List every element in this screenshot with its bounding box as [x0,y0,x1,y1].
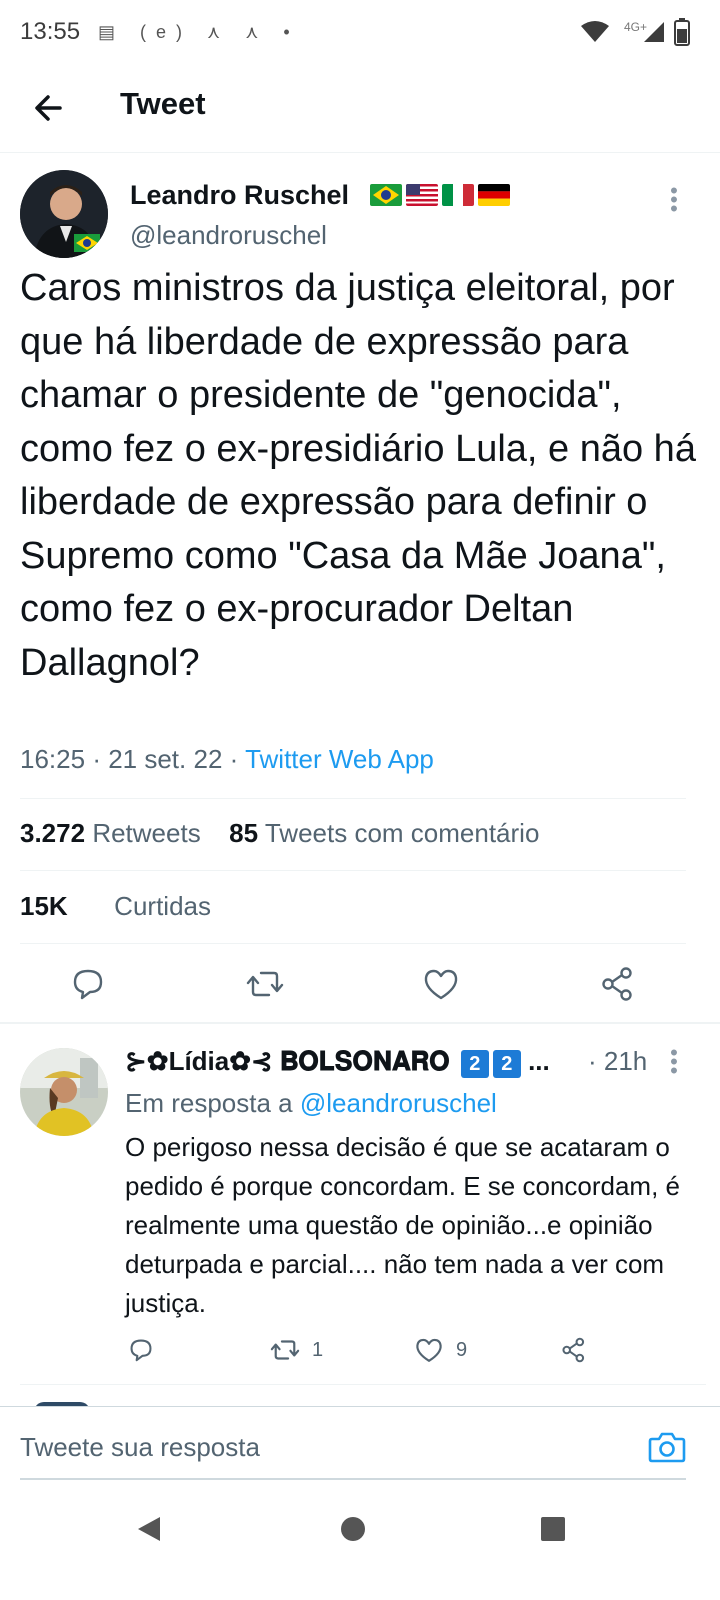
like-icon[interactable] [419,962,463,1006]
likes-stats-row: 15K Curtidas [20,891,211,922]
divider [20,870,686,871]
italy-flag-icon [442,184,474,206]
retweet-icon[interactable] [243,962,287,1006]
retweets-count[interactable]: 3.272 [20,818,85,848]
reply-name-ellipsis: ... [528,1046,550,1076]
author-flags [370,184,510,206]
likes-count[interactable]: 15K [20,891,68,921]
more-vertical-icon[interactable]: • • • [666,1042,682,1082]
like-icon[interactable] [412,1333,446,1367]
replying-to-prefix: Em resposta a [125,1088,293,1118]
section-divider [0,1022,720,1024]
divider [20,943,686,944]
page-title: Tweet [120,86,206,121]
reply-reply-action[interactable] [125,1332,157,1368]
germany-flag-icon [478,184,510,206]
tweet-time: 16:25 [20,744,86,774]
share-icon[interactable] [596,962,640,1006]
wifi-icon [581,21,609,42]
tweet-text: Caros ministros da justiça eleitoral, po… [20,267,696,684]
reply-time[interactable]: · 21h [588,1046,647,1077]
reply-name-badge: 2 [492,1050,521,1078]
author-name[interactable]: Leandro Ruschel [130,180,349,211]
brazil-flag-icon [370,184,402,206]
reply-name-badge: 2 [460,1050,489,1078]
back-arrow-icon[interactable] [30,88,70,128]
replying-to: Em resposta a @leandroruschel [125,1088,497,1119]
likes-label[interactable]: Curtidas [114,891,211,921]
retweets-label[interactable]: Retweets [92,818,200,848]
divider [20,1384,706,1385]
share-icon[interactable] [558,1334,590,1366]
reply-compose-input[interactable]: Tweete sua resposta [20,1432,686,1463]
usa-flag-icon [406,184,438,206]
reply-author-name[interactable]: ⊱✿Lídia✿⊰ 𝐁𝐎𝐋𝐒𝐎𝐍𝐀𝐑𝐎 [125,1046,450,1076]
tweet-stats-row: 3.272 Retweets 85 Tweets com comentário [20,818,539,849]
status-bar: 13:55 ▤ (e) ⋏ ⋏ • 4G+ [0,0,720,64]
reply-retweet-action[interactable]: 1 [268,1332,323,1368]
compose-underline [20,1478,686,1480]
quotes-label[interactable]: Tweets com comentário [265,818,540,848]
reply-like-action[interactable]: 9 [412,1332,467,1368]
reply-author-row[interactable]: ⊱✿Lídia✿⊰ 𝐁𝐎𝐋𝐒𝐎𝐍𝐀𝐑𝐎 22 ... [125,1046,550,1078]
reply-retweet-count: 1 [312,1338,324,1361]
author-handle[interactable]: @leandroruschel [130,220,327,251]
camera-icon[interactable] [648,1430,686,1464]
tweet-meta: 16:25 · 21 set. 22 · Twitter Web App [20,744,434,774]
reply-author-avatar[interactable] [20,1048,108,1136]
divider [20,798,686,799]
quotes-count[interactable]: 85 [229,818,258,848]
top-app-bar: Tweet [0,64,720,153]
reply-icon[interactable] [66,962,110,1006]
nav-recents-icon[interactable] [540,1516,566,1542]
tweet-date: 21 set. 22 [108,744,223,774]
retweet-icon[interactable] [268,1333,302,1367]
tweet-source-link[interactable]: Twitter Web App [245,744,434,774]
reply-like-count: 9 [456,1338,468,1361]
signal-icon [644,22,664,42]
status-notification-icons: ▤ (e) ⋏ ⋏ • [98,22,300,42]
reply-share-action[interactable] [558,1332,590,1368]
more-vertical-icon[interactable]: • • • [666,180,682,220]
nav-back-icon[interactable] [134,1514,164,1544]
reply-icon[interactable] [125,1334,157,1366]
author-avatar[interactable] [20,170,108,258]
nav-home-icon[interactable] [340,1516,366,1542]
replying-to-handle[interactable]: @leandroruschel [300,1088,497,1118]
reply-text: O perigoso nessa decisão é que se acatar… [125,1132,681,1318]
system-navigation-bar [0,1490,720,1600]
status-time: 13:55 [20,18,81,45]
battery-icon [674,18,690,46]
